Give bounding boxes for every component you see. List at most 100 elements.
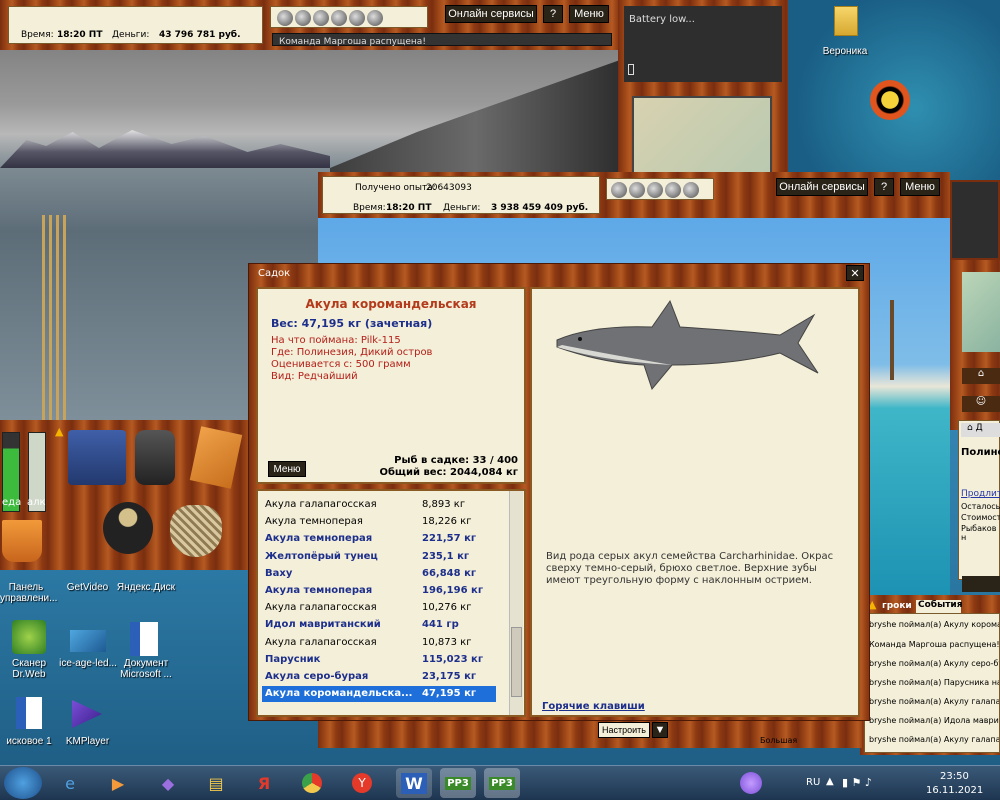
fish-info-panel: Акула коромандельская Вес: 47,195 кг (за… (256, 287, 526, 484)
fish-list-row[interactable]: Идол мавританский 441 гр (262, 617, 496, 633)
tray-icons[interactable]: ▮ ⚑ ♪ (842, 776, 872, 789)
fish-list-row[interactable]: Акула галапагосская 10,276 кг (262, 600, 496, 616)
chrome-icon[interactable] (294, 768, 330, 798)
word-doc-icon[interactable] (16, 697, 42, 729)
message-text: Команда Маргоша распущена! (279, 37, 426, 47)
tackle-box-icon[interactable] (68, 430, 126, 485)
fish-list-weight: 10,276 кг (422, 602, 472, 614)
media-player-icon[interactable]: ▶ (100, 768, 136, 798)
yandex-icon[interactable]: Я (246, 768, 282, 798)
fish-list-row[interactable]: Парусник 115,023 кг (262, 652, 496, 668)
word-taskbar-icon[interactable]: W (396, 768, 432, 798)
fish-list-weight: 221,57 кг (422, 533, 477, 545)
right-map-thumb[interactable] (962, 272, 1000, 352)
home-tab[interactable]: ⌂ Д (961, 423, 1000, 437)
word-doc-icon[interactable] (130, 622, 158, 656)
warning-icon[interactable]: ▲ (55, 425, 63, 438)
reel-icon[interactable] (313, 10, 329, 26)
drweb-icon[interactable] (12, 620, 46, 654)
valued-from: Оценивается с: 500 грамм (271, 359, 411, 370)
online-services-button-2[interactable]: Онлайн сервисы (776, 178, 868, 196)
time-value: 18:20 ПТ (386, 203, 432, 213)
help-button[interactable]: ? (543, 5, 563, 23)
net-bag-icon[interactable] (170, 505, 222, 557)
reel-icon[interactable] (277, 10, 293, 26)
reel-icon[interactable] (665, 182, 681, 198)
desktop-icon-label-veronika: Вероника (822, 46, 868, 57)
language-indicator[interactable]: RU (806, 777, 820, 788)
dropdown-button[interactable]: ▼ (652, 722, 668, 738)
desktop-icon-kmplayer[interactable]: KMPlayer (60, 736, 115, 747)
clock-time[interactable]: 23:50 (940, 771, 969, 782)
fish-list-row[interactable]: Акула галапагосская 8,893 кг (262, 497, 496, 513)
hotkeys-link[interactable]: Горячие клавиши (542, 701, 645, 712)
fish-list-row[interactable]: Ваху 66,848 кг (262, 566, 496, 582)
events-list: bryshe поймал(а) Акулу короманд Команда … (864, 613, 1000, 753)
fish-kind: Вид: Редчайший (271, 371, 358, 382)
reel-icon[interactable] (367, 10, 383, 26)
fish-list-name: Парусник (265, 653, 321, 665)
desktop-icon-document[interactable]: Документ Microsoft ... (116, 658, 176, 680)
reel-icon[interactable] (647, 182, 663, 198)
fish-list-row[interactable]: Акула серо-бурая 23,175 кг (262, 669, 496, 685)
online-services-button[interactable]: Онлайн сервисы (445, 5, 537, 23)
backpack-icon[interactable] (135, 430, 175, 485)
fish-list-row[interactable]: Акула галапагосская 10,873 кг (262, 635, 496, 651)
list-scrollbar[interactable] (509, 491, 523, 715)
start-button[interactable] (4, 767, 42, 799)
video-file-icon[interactable] (70, 630, 106, 652)
fish-list-weight: 66,848 кг (422, 567, 477, 579)
fish-list-row[interactable]: Акула темноперая 221,57 кг (262, 531, 496, 547)
right-info-panel: ⌂ Д Полине Продлить Осталось Стоимость Р… (958, 420, 1000, 580)
reel-icon[interactable] (611, 182, 627, 198)
tray-up-arrow-icon[interactable]: ▲ (826, 776, 834, 787)
setup-button[interactable]: Настроить (598, 722, 650, 738)
menu-button-top[interactable]: Меню (569, 5, 609, 23)
fish-list-name: Акула темноперая (265, 585, 373, 596)
desktop-icon-ice-age[interactable]: ice-age-led... (58, 658, 118, 669)
ie-icon[interactable]: e (52, 768, 88, 798)
reel-icon[interactable] (295, 10, 311, 26)
clock-date[interactable]: 16.11.2021 (926, 785, 983, 796)
close-button[interactable]: ✕ (846, 265, 864, 281)
desktop-icon-drweb[interactable]: Сканер Dr.Web (0, 658, 58, 680)
fish-list-row[interactable]: Акула темноперая 196,196 кг (262, 583, 496, 599)
rf3-taskbar-icon-1[interactable]: РР3 (440, 768, 476, 798)
reel-icon[interactable] (349, 10, 365, 26)
visual-studio-icon[interactable]: ◆ (150, 768, 186, 798)
caught-where: Где: Полинезия, Дикий остров (271, 347, 433, 358)
alice-icon[interactable] (740, 772, 762, 794)
cauldron-icon[interactable] (103, 502, 153, 554)
tab-events[interactable]: События (916, 600, 963, 613)
explorer-icon[interactable]: ▤ (198, 768, 234, 798)
extend-link[interactable]: Продлить (961, 489, 1000, 499)
shark-image (556, 299, 819, 391)
yandex-browser-icon[interactable]: Y (344, 768, 380, 798)
reel-icon[interactable] (331, 10, 347, 26)
user-icon[interactable]: ☺ (962, 396, 1000, 412)
fish-list-weight: 441 гр (422, 619, 459, 631)
sadok-menu-button[interactable]: Меню (268, 461, 306, 477)
fish-list-row[interactable]: Акула коромандельска... 47,195 кг (262, 686, 496, 703)
tab-players[interactable]: гроки (882, 601, 912, 611)
desktop-icon-getvideo[interactable]: GetVideo (60, 582, 115, 593)
right-side-mini-chart (950, 180, 1000, 260)
map-panel[interactable] (632, 96, 772, 176)
help-button-2[interactable]: ? (874, 178, 894, 196)
folder-icon[interactable] (834, 6, 858, 36)
desktop-icon-yandex-disk[interactable]: Яндекс.Диск (116, 582, 176, 593)
house-icon[interactable]: ⌂ (962, 368, 1000, 384)
fish-list-name: Ваху (265, 567, 293, 579)
desktop-icon-control-panel[interactable]: Панель управлени... (0, 582, 57, 604)
fish-list-row[interactable]: Акула темноперая 18,226 кг (262, 514, 496, 530)
menu-button-2[interactable]: Меню (900, 178, 940, 196)
bucket-icon[interactable] (2, 520, 42, 562)
fish-list[interactable]: Акула галапагосская 8,893 кг Акула темнопе… (256, 489, 526, 717)
desktop-icon-iskovoe[interactable]: исковое 1 (0, 736, 58, 747)
rf3-taskbar-icon-2[interactable]: РР3 (484, 768, 520, 798)
reel-icon[interactable] (683, 182, 699, 198)
scroll-thumb[interactable] (511, 627, 522, 697)
money-value: 43 796 781 руб. (159, 30, 241, 40)
fish-list-row[interactable]: Желтопёрый тунец 235,1 кг (262, 549, 496, 565)
reel-icon[interactable] (629, 182, 645, 198)
